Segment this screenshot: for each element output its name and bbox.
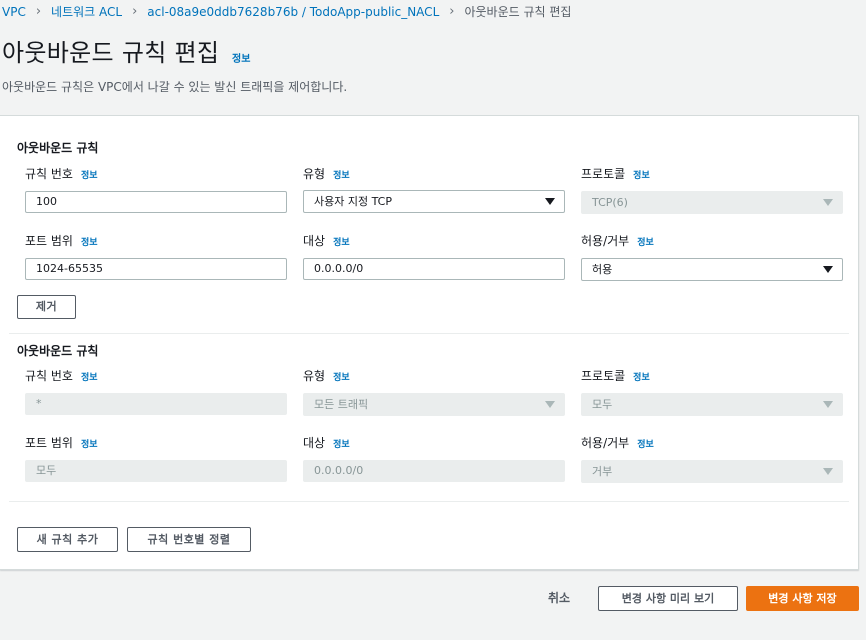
rule-2-allow-deny-value: 거부	[592, 465, 613, 478]
info-link[interactable]: 정보	[633, 373, 650, 383]
info-link[interactable]: 정보	[637, 238, 654, 248]
rule-1-protocol-value: TCP(6)	[592, 196, 628, 209]
rule-1-type-label: 유형 정보	[303, 167, 350, 181]
add-rule-button[interactable]: 새 규칙 추가	[17, 527, 118, 552]
preview-changes-button[interactable]: 변경 사항 미리 보기	[598, 586, 738, 611]
breadcrumb-vpc-link[interactable]: VPC	[2, 5, 26, 19]
rule-1-number-label: 규칙 번호 정보	[25, 167, 98, 181]
breadcrumb-current: 아웃바운드 규칙 편집	[464, 5, 572, 19]
save-changes-button[interactable]: 변경 사항 저장	[746, 586, 859, 611]
rule-2-type-value: 모든 트래픽	[314, 398, 369, 411]
caret-down-icon	[823, 468, 833, 475]
rule-1-allow-deny-select[interactable]: 허용	[581, 258, 843, 281]
rule-2-allow-deny-select: 거부	[581, 460, 843, 483]
rule-divider	[9, 501, 849, 502]
rule-1-destination-label: 대상 정보	[303, 234, 350, 248]
caret-down-icon	[823, 199, 833, 206]
sort-by-number-button[interactable]: 규칙 번호별 정렬	[127, 527, 251, 552]
page-description: 아웃바운드 규칙은 VPC에서 나갈 수 있는 발신 트래픽을 제어합니다.	[2, 80, 348, 94]
chevron-right-icon: ›	[449, 4, 455, 19]
chevron-right-icon: ›	[35, 4, 42, 19]
caret-down-icon	[823, 266, 833, 273]
title-info-link[interactable]: 정보	[232, 50, 250, 65]
rule-divider	[9, 333, 849, 334]
rule-1-protocol-label: 프로토콜 정보	[581, 167, 650, 181]
rule-1-port-input[interactable]: 1024-65535	[25, 258, 287, 280]
rule-2-protocol-select: 모두	[581, 393, 843, 416]
rule-1-port-label: 포트 범위 정보	[25, 234, 98, 248]
caret-down-icon	[823, 401, 833, 408]
breadcrumb-network-acl-link[interactable]: 네트워크 ACL	[51, 3, 122, 20]
rule-2-port-input: 모두	[25, 460, 287, 482]
rule-1-allow-deny-value: 허용	[592, 263, 613, 276]
info-link[interactable]: 정보	[81, 238, 98, 248]
rule-2-protocol-label: 프로토콜 정보	[581, 369, 650, 383]
rule-1-protocol-select: TCP(6)	[581, 191, 843, 214]
chevron-right-icon: ›	[132, 4, 138, 19]
rule-2-number-label: 규칙 번호 정보	[25, 369, 98, 383]
rule-2-number-input: *	[25, 393, 287, 415]
info-link[interactable]: 정보	[81, 440, 98, 450]
rule-2-type-select: 모든 트래픽	[303, 393, 565, 416]
caret-down-icon	[545, 198, 555, 205]
rule-1-number-input[interactable]: 100	[25, 191, 287, 213]
rule-2-port-label: 포트 범위 정보	[25, 436, 98, 450]
rule-2-protocol-value: 모두	[592, 398, 613, 411]
info-link[interactable]: 정보	[333, 171, 350, 181]
rule-2-destination-label: 대상 정보	[303, 436, 350, 450]
breadcrumb-acl-link[interactable]: acl-08a9e0ddb7628b76b / TodoApp-public_N…	[147, 5, 439, 19]
rule-1-allow-deny-label: 허용/거부 정보	[581, 234, 654, 248]
rule-2-allow-deny-label: 허용/거부 정보	[581, 436, 654, 450]
rule-1-type-value: 사용자 지정 TCP	[314, 195, 392, 208]
cancel-button[interactable]: 취소	[548, 589, 570, 606]
info-link[interactable]: 정보	[81, 171, 98, 181]
info-link[interactable]: 정보	[637, 440, 654, 450]
info-link[interactable]: 정보	[333, 440, 350, 450]
rule-2-destination-input: 0.0.0.0/0	[303, 460, 565, 482]
remove-rule-button[interactable]: 제거	[17, 295, 76, 319]
rule-2-heading: 아웃바운드 규칙	[17, 344, 99, 358]
rule-1-destination-input[interactable]: 0.0.0.0/0	[303, 258, 565, 280]
breadcrumb: VPC › 네트워크 ACL › acl-08a9e0ddb7628b76b /…	[2, 3, 571, 20]
info-link[interactable]: 정보	[333, 373, 350, 383]
caret-down-icon	[545, 401, 555, 408]
rule-1-heading: 아웃바운드 규칙	[17, 141, 99, 155]
info-link[interactable]: 정보	[633, 171, 650, 181]
page-title: 아웃바운드 규칙 편집	[2, 39, 220, 67]
rule-2-type-label: 유형 정보	[303, 369, 350, 383]
info-link[interactable]: 정보	[333, 238, 350, 248]
outbound-rules-panel: 아웃바운드 규칙 규칙 번호 정보 유형 정보 프로토콜 정보 100 사용자 지정 …	[0, 115, 859, 570]
info-link[interactable]: 정보	[81, 373, 98, 383]
rule-1-type-select[interactable]: 사용자 지정 TCP	[303, 190, 565, 213]
